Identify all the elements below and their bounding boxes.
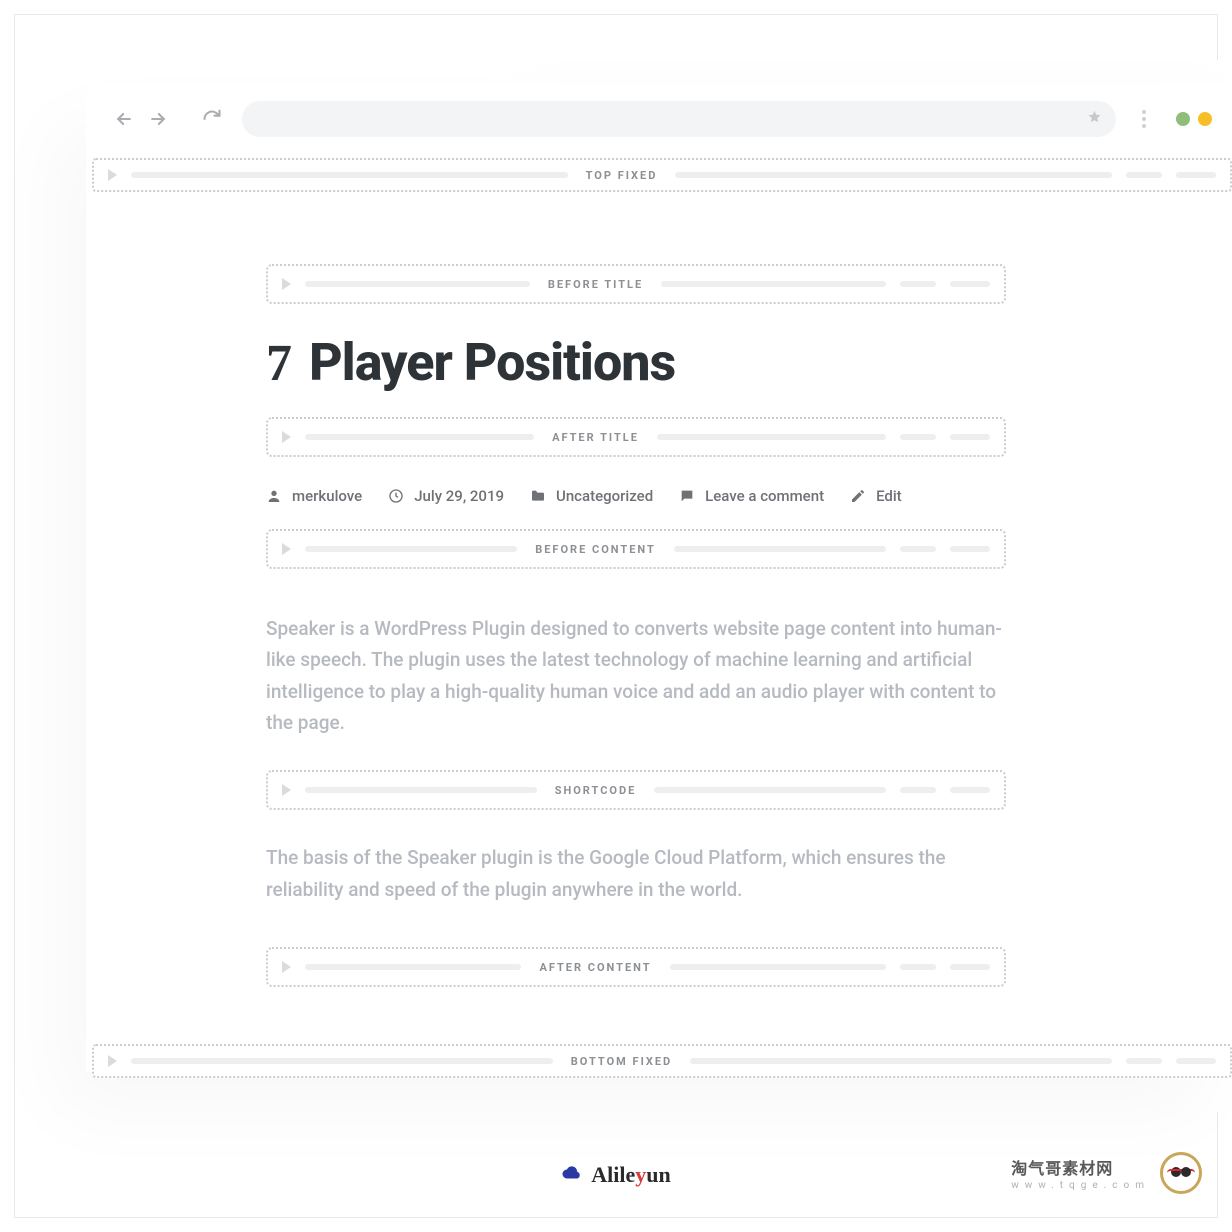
title-text: Player Positions <box>309 332 675 393</box>
menu-icon[interactable] <box>1142 110 1146 128</box>
time-placeholder <box>1126 172 1162 178</box>
time-placeholder <box>1126 1058 1162 1064</box>
watermark-url: www.tqge.com <box>1011 1180 1150 1191</box>
player-slot-before-title[interactable]: BEFORE TITLE <box>266 264 1006 304</box>
time-placeholder <box>900 434 936 440</box>
time-placeholder <box>900 787 936 793</box>
time-placeholder <box>1176 1058 1216 1064</box>
time-placeholder <box>950 434 990 440</box>
time-placeholder <box>950 964 990 970</box>
author-link[interactable]: merkulove <box>266 487 362 505</box>
progress-track[interactable] <box>305 964 521 970</box>
progress-track[interactable] <box>305 546 517 552</box>
time-placeholder <box>900 281 936 287</box>
progress-track[interactable] <box>305 787 537 793</box>
play-icon[interactable] <box>108 169 117 181</box>
comments-link[interactable]: Leave a comment <box>679 487 824 505</box>
player-slot-shortcode[interactable]: SHORTCODE <box>266 770 1006 810</box>
browser-toolbar <box>86 84 1232 154</box>
date-link[interactable]: July 29, 2019 <box>388 487 504 505</box>
panda-avatar-icon <box>1160 1152 1202 1194</box>
player-slot-top-fixed[interactable]: TOP FIXED <box>92 158 1232 192</box>
cloud-icon <box>561 1162 583 1188</box>
watermark-alileyun: Alileyun <box>561 1162 670 1188</box>
url-bar[interactable] <box>242 101 1116 137</box>
progress-track[interactable] <box>690 1058 1112 1064</box>
traffic-dot <box>1198 112 1212 126</box>
time-placeholder <box>900 546 936 552</box>
progress-track[interactable] <box>305 281 530 287</box>
watermark-tqge: 淘气哥素材网 www.tqge.com <box>1011 1152 1202 1194</box>
traffic-dot <box>1176 112 1190 126</box>
paragraph-1: Speaker is a WordPress Plugin designed t… <box>266 613 1006 738</box>
slot-label: TOP FIXED <box>582 169 662 182</box>
nav-button-group <box>114 109 222 129</box>
folder-icon <box>530 488 546 504</box>
play-icon[interactable] <box>282 431 291 443</box>
watermark-text: Alile <box>591 1162 635 1187</box>
progress-track[interactable] <box>657 434 886 440</box>
progress-track[interactable] <box>670 964 886 970</box>
play-icon[interactable] <box>282 278 291 290</box>
progress-track[interactable] <box>131 1058 553 1064</box>
page-title: 7 Player Positions <box>266 332 1006 393</box>
player-slot-after-title[interactable]: AFTER TITLE <box>266 417 1006 457</box>
clock-icon <box>388 488 404 504</box>
time-placeholder <box>950 546 990 552</box>
traffic-lights <box>1176 112 1212 126</box>
watermark-title: 淘气哥素材网 <box>1011 1155 1150 1179</box>
slot-label: BOTTOM FIXED <box>567 1055 676 1068</box>
category-link[interactable]: Uncategorized <box>530 487 653 505</box>
browser-mockup: TOP FIXED BEFORE TITLE 7 Player Position… <box>86 84 1232 1072</box>
progress-track[interactable] <box>305 434 534 440</box>
user-icon <box>266 488 282 504</box>
play-icon[interactable] <box>282 543 291 555</box>
progress-track[interactable] <box>131 172 568 178</box>
slot-label: AFTER CONTENT <box>535 961 655 974</box>
article-column: BEFORE TITLE 7 Player Positions AFTER TI… <box>266 264 1006 987</box>
play-icon[interactable] <box>108 1055 117 1067</box>
play-icon[interactable] <box>282 784 291 796</box>
progress-track[interactable] <box>675 172 1112 178</box>
slot-label: BEFORE TITLE <box>544 278 647 291</box>
slot-label: BEFORE CONTENT <box>531 543 660 556</box>
time-placeholder <box>900 964 936 970</box>
slot-label: SHORTCODE <box>551 784 641 797</box>
reload-icon[interactable] <box>202 109 222 129</box>
comment-icon <box>679 488 695 504</box>
time-placeholder <box>950 281 990 287</box>
player-slot-bottom-fixed[interactable]: BOTTOM FIXED <box>92 1044 1232 1078</box>
bookmark-icon[interactable] <box>1087 110 1102 129</box>
forward-icon[interactable] <box>148 109 168 129</box>
progress-track[interactable] <box>661 281 886 287</box>
progress-track[interactable] <box>674 546 886 552</box>
time-placeholder <box>1176 172 1216 178</box>
paragraph-2: The basis of the Speaker plugin is the G… <box>266 842 1006 905</box>
progress-track[interactable] <box>654 787 886 793</box>
play-icon[interactable] <box>282 961 291 973</box>
player-slot-before-content[interactable]: BEFORE CONTENT <box>266 529 1006 569</box>
back-icon[interactable] <box>114 109 134 129</box>
player-slot-after-content[interactable]: AFTER CONTENT <box>266 947 1006 987</box>
slot-label: AFTER TITLE <box>548 431 643 444</box>
edit-link[interactable]: Edit <box>850 487 902 505</box>
post-meta: merkulove July 29, 2019 Uncategorized Le… <box>266 487 1006 505</box>
pencil-icon <box>850 488 866 504</box>
title-number: 7 <box>266 335 291 392</box>
time-placeholder <box>950 787 990 793</box>
